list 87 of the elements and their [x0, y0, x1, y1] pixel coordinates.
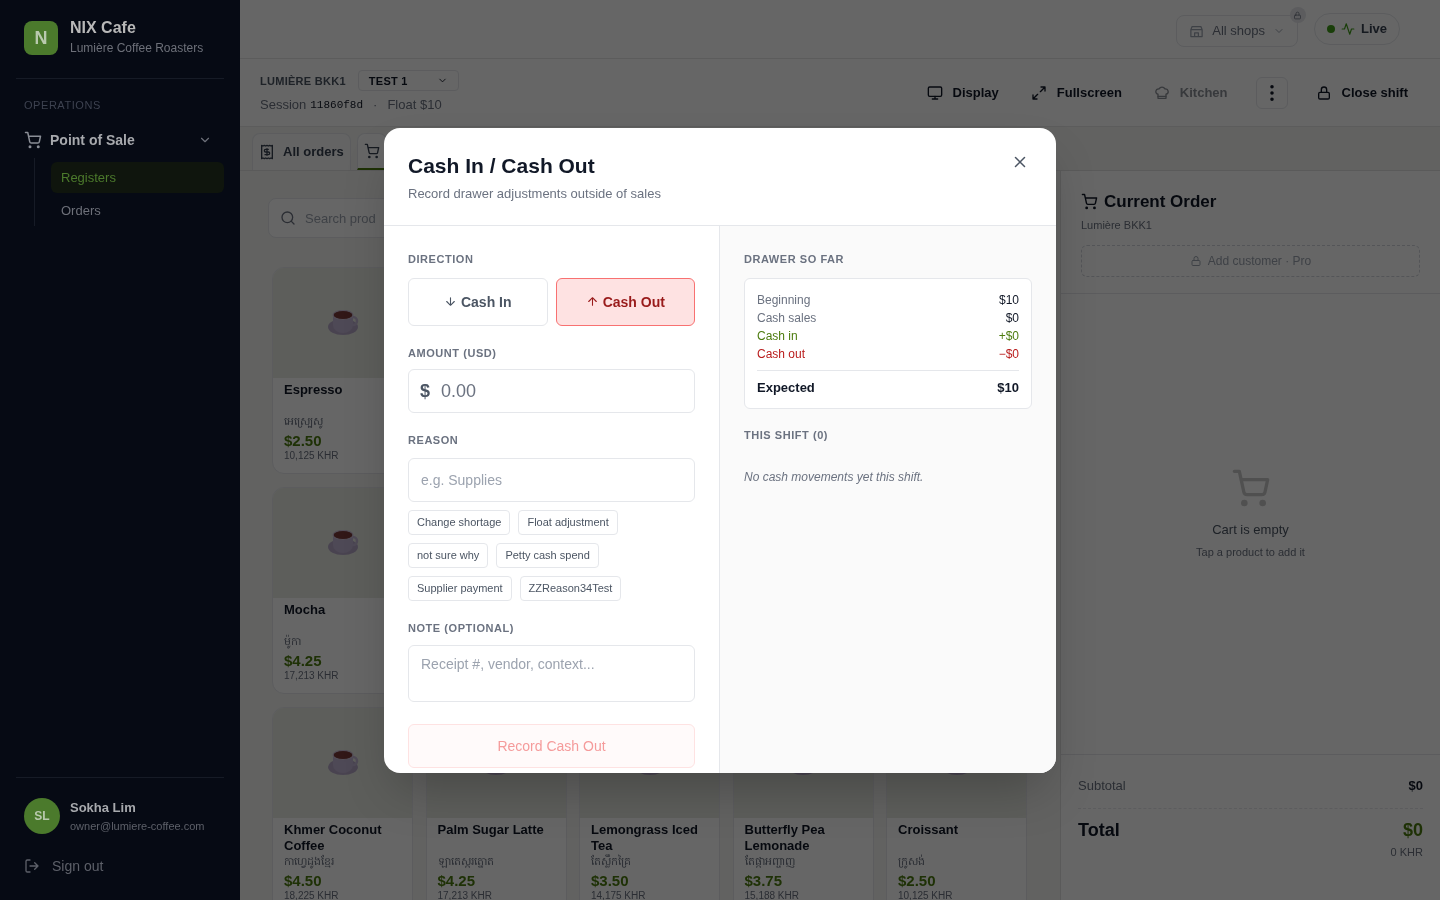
product-local-name: តែស្លឹកគ្រៃ: [591, 854, 631, 868]
shop-picker[interactable]: All shops: [1176, 15, 1298, 47]
product-name: Mocha: [284, 602, 326, 619]
product-name: Lemongrass Iced Tea: [591, 822, 699, 854]
product-local-name: ម៉ូកា: [284, 634, 301, 648]
product-price: $3.75: [744, 872, 783, 890]
note-field[interactable]: Receipt #, vendor, context...: [408, 645, 695, 702]
separator-dot: ·: [373, 96, 378, 115]
field-label: DIRECTION: [408, 252, 475, 267]
drawer-row-label: Cash in: [757, 327, 798, 345]
subtotal-label: Subtotal: [1078, 777, 1126, 795]
product-local-name: អេស្ប្រេសូ: [284, 414, 323, 428]
user-avatar: SL: [24, 798, 60, 834]
close-shift-button[interactable]: Close shift: [1303, 76, 1420, 109]
product-local-name: ក្រូសង់: [898, 854, 925, 868]
reason-field[interactable]: e.g. Supplies: [408, 457, 695, 502]
product-khr: 18,225 KHR: [284, 890, 339, 900]
brand-logo: N: [24, 21, 58, 55]
product-name: Khmer Coconut Coffee: [284, 822, 383, 854]
product-khr: 10,125 KHR: [284, 450, 339, 462]
sign-out-link[interactable]: Sign out: [16, 846, 224, 886]
drawer-row-label: Cash out: [757, 345, 806, 363]
product-price: $4.25: [284, 652, 322, 670]
reason-chip[interactable]: not sure why: [408, 542, 489, 568]
expected-label: Expected: [757, 378, 815, 397]
nav-item[interactable]: Point of Sale: [16, 121, 224, 158]
fullscreen-button[interactable]: Fullscreen: [1018, 76, 1134, 109]
direction-button[interactable]: Cash In: [408, 277, 548, 326]
reason-chip[interactable]: Change shortage: [408, 509, 511, 535]
empty-cart-title: Cart is empty: [1212, 521, 1289, 539]
product-price: $2.50: [284, 432, 322, 450]
brand-subtitle: Lumière Coffee Roasters: [70, 40, 204, 57]
product-khr: 15,188 KHR: [744, 890, 799, 900]
product-price: $4.50: [284, 872, 322, 890]
product-card[interactable]: Khmer Coconut Coffee កាហ្វេដូងខ្មែរ $4.50 18,225 KHR: [272, 707, 413, 900]
product-price: $4.25: [437, 872, 476, 890]
product-khr: 17,213 KHR: [284, 670, 339, 682]
product-local-name: ឡាតេស្ករត្នោត: [437, 854, 494, 868]
nav-subitem[interactable]: Registers: [51, 161, 224, 193]
product-name: Palm Sugar Latte: [437, 822, 544, 839]
dialog-subtitle: Record drawer adjustments outside of sales: [408, 185, 662, 203]
subtotal-value: $0: [1408, 777, 1423, 795]
product-name: Butterfly Pea Lemonade: [744, 822, 826, 854]
float-amount: Float $10: [387, 96, 442, 115]
field-label: THIS SHIFT (0): [744, 428, 830, 443]
product-price: $2.50: [898, 872, 936, 890]
order-location: Lumière BKK1: [1081, 217, 1153, 233]
direction-button[interactable]: Cash Out: [555, 277, 695, 326]
user-email: owner@lumiere-coffee.com: [70, 818, 205, 834]
status-label: Live: [1361, 20, 1387, 39]
product-khr: 14,175 KHR: [591, 890, 646, 900]
drawer-row-value: $10: [998, 291, 1019, 309]
order-title: Current Order: [1104, 191, 1217, 213]
currency-symbol: $: [420, 380, 430, 403]
session-label: Session: [260, 96, 307, 115]
brand-name: NIX Cafe: [70, 18, 137, 38]
total-khr: 0 KHR: [1390, 844, 1423, 860]
reason-chip[interactable]: Petty cash spend: [496, 542, 599, 568]
product-local-name: កាហ្វេដូងខ្មែរ: [284, 854, 334, 868]
section-label: OPERATIONS: [23, 98, 102, 113]
drawer-row-value: +$0: [998, 327, 1019, 345]
reason-chip[interactable]: Supplier payment: [408, 575, 512, 601]
user-name: Sokha Lim: [70, 799, 137, 817]
drawer-row-value: −$0: [998, 345, 1019, 363]
empty-shift-message: No cash movements yet this shift.: [744, 468, 925, 485]
product-price: $3.50: [591, 872, 629, 890]
total-value: $0: [1402, 818, 1423, 842]
field-label: DRAWER SO FAR: [744, 252, 846, 267]
drawer-row-value: $0: [1005, 309, 1019, 327]
product-khr: 10,125 KHR: [898, 890, 953, 900]
drawer-row-label: Cash sales: [757, 309, 817, 327]
nav-subitem[interactable]: Orders: [51, 194, 224, 226]
product-name: Espresso: [284, 382, 343, 399]
product-local-name: តែផ្កាអញ្ចាញ: [744, 854, 795, 868]
total-label: Total: [1078, 818, 1120, 842]
drawer-row-label: Beginning: [757, 291, 811, 309]
register-select[interactable]: TEST 1: [357, 70, 459, 92]
expected-value: $10: [997, 378, 1019, 397]
location-label: LUMIÈRE BKK1: [260, 73, 346, 89]
tab[interactable]: All orders: [252, 133, 351, 170]
product-khr: 17,213 KHR: [437, 890, 492, 900]
display-button[interactable]: Display: [914, 76, 1011, 109]
session-id: 11860f8d: [310, 97, 364, 113]
product-name: Croissant: [898, 822, 958, 839]
dialog-title: Cash In / Cash Out: [408, 153, 595, 179]
reason-chip[interactable]: ZZReason34Test: [519, 575, 622, 601]
reason-chip[interactable]: Float adjustment: [518, 509, 618, 535]
